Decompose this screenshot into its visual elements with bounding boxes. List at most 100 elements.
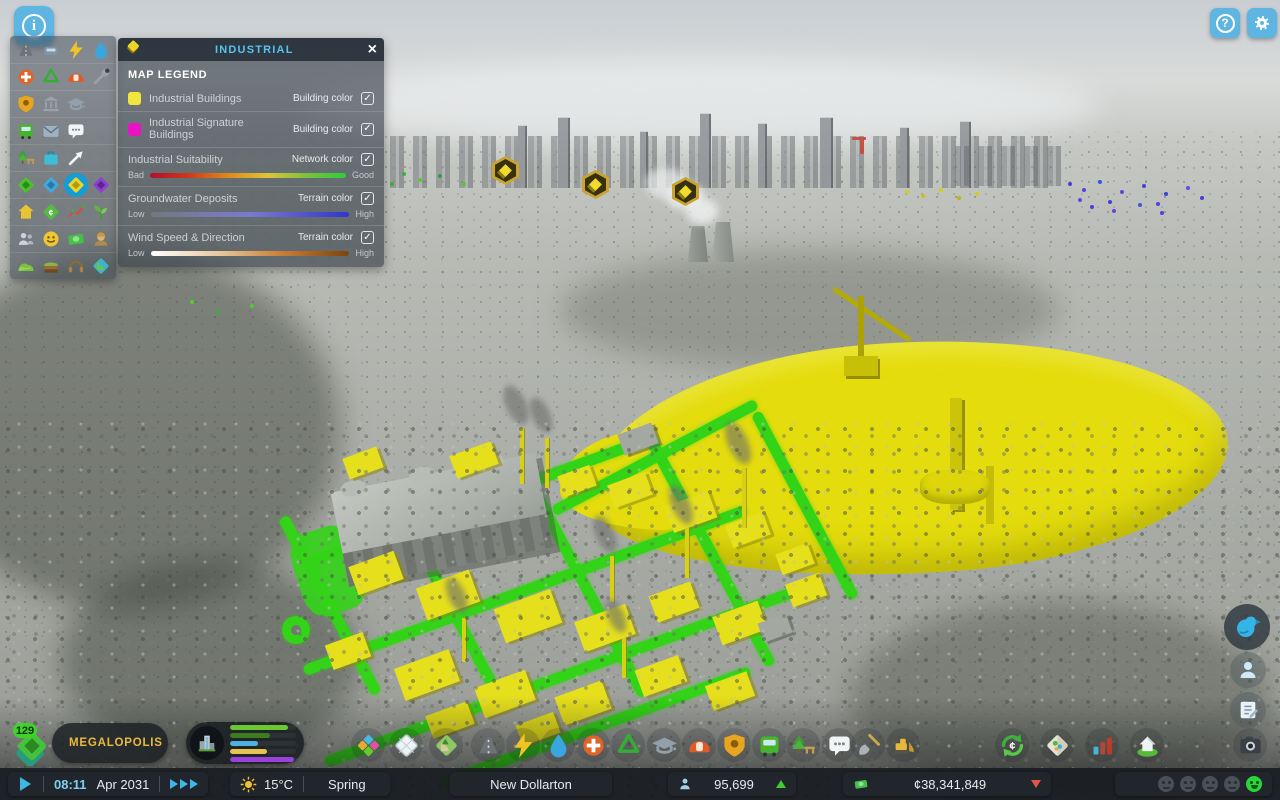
weather-pill[interactable]: 15°C Spring <box>230 772 390 796</box>
legend-item: Industrial Suitability Network color ✓ B… <box>118 147 384 186</box>
infoview-ground-pollution[interactable] <box>38 254 63 279</box>
infoview-population[interactable] <box>13 227 38 252</box>
toolbar-roads[interactable] <box>471 728 505 762</box>
toolbar-infoviews[interactable] <box>1040 728 1074 762</box>
infoview-greenery[interactable] <box>88 200 113 225</box>
infoview-tourism[interactable] <box>38 146 63 171</box>
milestone-pill[interactable]: MEGALOPOLIS <box>52 723 168 763</box>
legend-type-label: Network color <box>292 154 353 165</box>
infoview-industrial-zones[interactable] <box>63 173 88 198</box>
city-name-pill[interactable]: New Dollarton <box>450 772 612 796</box>
groundwater-gradient <box>151 212 350 217</box>
toolbar-healthcare[interactable] <box>576 728 610 762</box>
panel-header[interactable]: INDUSTRIAL × <box>118 38 384 61</box>
toolbar-bulldozer[interactable] <box>886 728 920 762</box>
industrial-panel-icon <box>125 39 141 60</box>
infoview-transportation[interactable] <box>13 119 38 144</box>
infoview-terrain[interactable] <box>13 254 38 279</box>
infoview-education[interactable] <box>63 92 88 117</box>
legend-checkbox[interactable]: ✓ <box>361 92 374 105</box>
industrial-infoview-panel: INDUSTRIAL × MAP LEGEND Industrial Build… <box>118 38 384 267</box>
infoview-mail[interactable] <box>38 119 63 144</box>
season: Spring <box>328 777 366 792</box>
toolbar-economy[interactable]: ¢ <box>995 728 1029 762</box>
infoview-parks-recreation[interactable] <box>13 146 38 171</box>
toolbar-zones[interactable] <box>389 728 423 762</box>
citizen-lookup-button[interactable] <box>1230 652 1266 688</box>
infoview-healthcare[interactable] <box>13 65 38 90</box>
infoview-garbage[interactable] <box>38 65 63 90</box>
crane-accent <box>860 138 864 154</box>
infoview-workers[interactable] <box>88 227 113 252</box>
infoview-roads[interactable] <box>13 37 38 62</box>
infoview-residential-zones[interactable] <box>13 173 38 198</box>
toolbar-terraforming[interactable] <box>851 728 885 762</box>
settings-button[interactable] <box>1247 8 1277 38</box>
crane-accent <box>852 137 866 140</box>
legend-checkbox[interactable]: ✓ <box>361 123 374 136</box>
infoview-water-pollution[interactable] <box>88 254 113 279</box>
legend-checkbox[interactable]: ✓ <box>361 231 374 244</box>
toolbar-landscaping[interactable] <box>429 728 463 762</box>
help-icon: ? <box>1216 14 1235 33</box>
legend-type-label: Terrain color <box>298 232 353 243</box>
journal-button[interactable] <box>1230 692 1266 728</box>
toolbar-parks[interactable] <box>786 728 820 762</box>
toolbar-statistics[interactable] <box>1085 728 1119 762</box>
money-pill[interactable]: ¢38,341,849 <box>843 772 1051 796</box>
toolbar-transportation[interactable] <box>752 728 786 762</box>
infoview-housing[interactable] <box>13 200 38 225</box>
infoview-commercial-zones[interactable] <box>38 173 63 198</box>
infoview-administration[interactable] <box>38 92 63 117</box>
toolbar-education[interactable] <box>647 728 681 762</box>
chirper-button[interactable] <box>1224 604 1270 650</box>
infoview-communications[interactable] <box>63 119 88 144</box>
toolbar-city-overview[interactable] <box>1130 728 1164 762</box>
legend-label: Industrial Buildings <box>149 93 285 105</box>
milestone-name: MEGALOPOLIS <box>69 737 163 749</box>
legend-checkbox[interactable]: ✓ <box>361 192 374 205</box>
infoview-electricity[interactable] <box>63 37 88 62</box>
toolbar-fire-rescue[interactable] <box>682 728 716 762</box>
infoview-economy-chart[interactable] <box>63 200 88 225</box>
happiness-face-very-sad <box>1158 776 1174 792</box>
infoview-wealth[interactable] <box>63 227 88 252</box>
toolbar-photo-mode[interactable] <box>1233 728 1267 762</box>
population-pill[interactable]: 95,699 <box>668 772 796 796</box>
toolbar-police[interactable] <box>717 728 751 762</box>
infoview-maintenance[interactable] <box>88 65 113 90</box>
happiness-pill[interactable] <box>1115 772 1272 796</box>
infoview-happiness[interactable] <box>38 227 63 252</box>
infoview-office-zones[interactable] <box>88 173 113 198</box>
toolbar-water[interactable] <box>541 728 575 762</box>
fast-forward-icon <box>170 779 178 789</box>
money-icon <box>853 776 869 792</box>
population-up-icon <box>776 780 786 788</box>
toolbar-electricity[interactable] <box>506 728 540 762</box>
progression-pill[interactable] <box>186 722 304 764</box>
infoview-routes[interactable] <box>63 146 88 171</box>
svg-text:¢: ¢ <box>1009 740 1015 752</box>
infoview-land-value[interactable]: ¢ <box>38 200 63 225</box>
toolbar-zoning[interactable] <box>351 728 385 762</box>
infoview-water[interactable] <box>88 37 113 62</box>
scale-min-label: Bad <box>128 170 144 180</box>
legend-checkbox[interactable]: ✓ <box>361 153 374 166</box>
infoview-noise-pollution[interactable] <box>63 254 88 279</box>
toolbar-garbage[interactable] <box>611 728 645 762</box>
distant-city-skyline-right <box>955 138 1070 186</box>
xp-progress-bars <box>230 725 296 762</box>
infoview-fire-rescue[interactable] <box>63 65 88 90</box>
play-icon <box>20 777 31 791</box>
chirper-bird-icon <box>1232 612 1262 642</box>
happiness-face-neutral <box>1202 776 1218 792</box>
status-bar: 08:11 Apr 2031 15°C Spring New Dollarton… <box>0 768 1280 800</box>
svg-text:¢: ¢ <box>48 207 53 217</box>
play-button[interactable] <box>8 772 43 796</box>
infoview-traffic[interactable] <box>38 37 63 62</box>
fast-forward-button[interactable] <box>160 772 208 796</box>
temperature: 15°C <box>264 777 293 792</box>
close-icon[interactable]: × <box>368 42 377 58</box>
infoview-police[interactable] <box>13 92 38 117</box>
help-button[interactable]: ? <box>1210 8 1240 38</box>
